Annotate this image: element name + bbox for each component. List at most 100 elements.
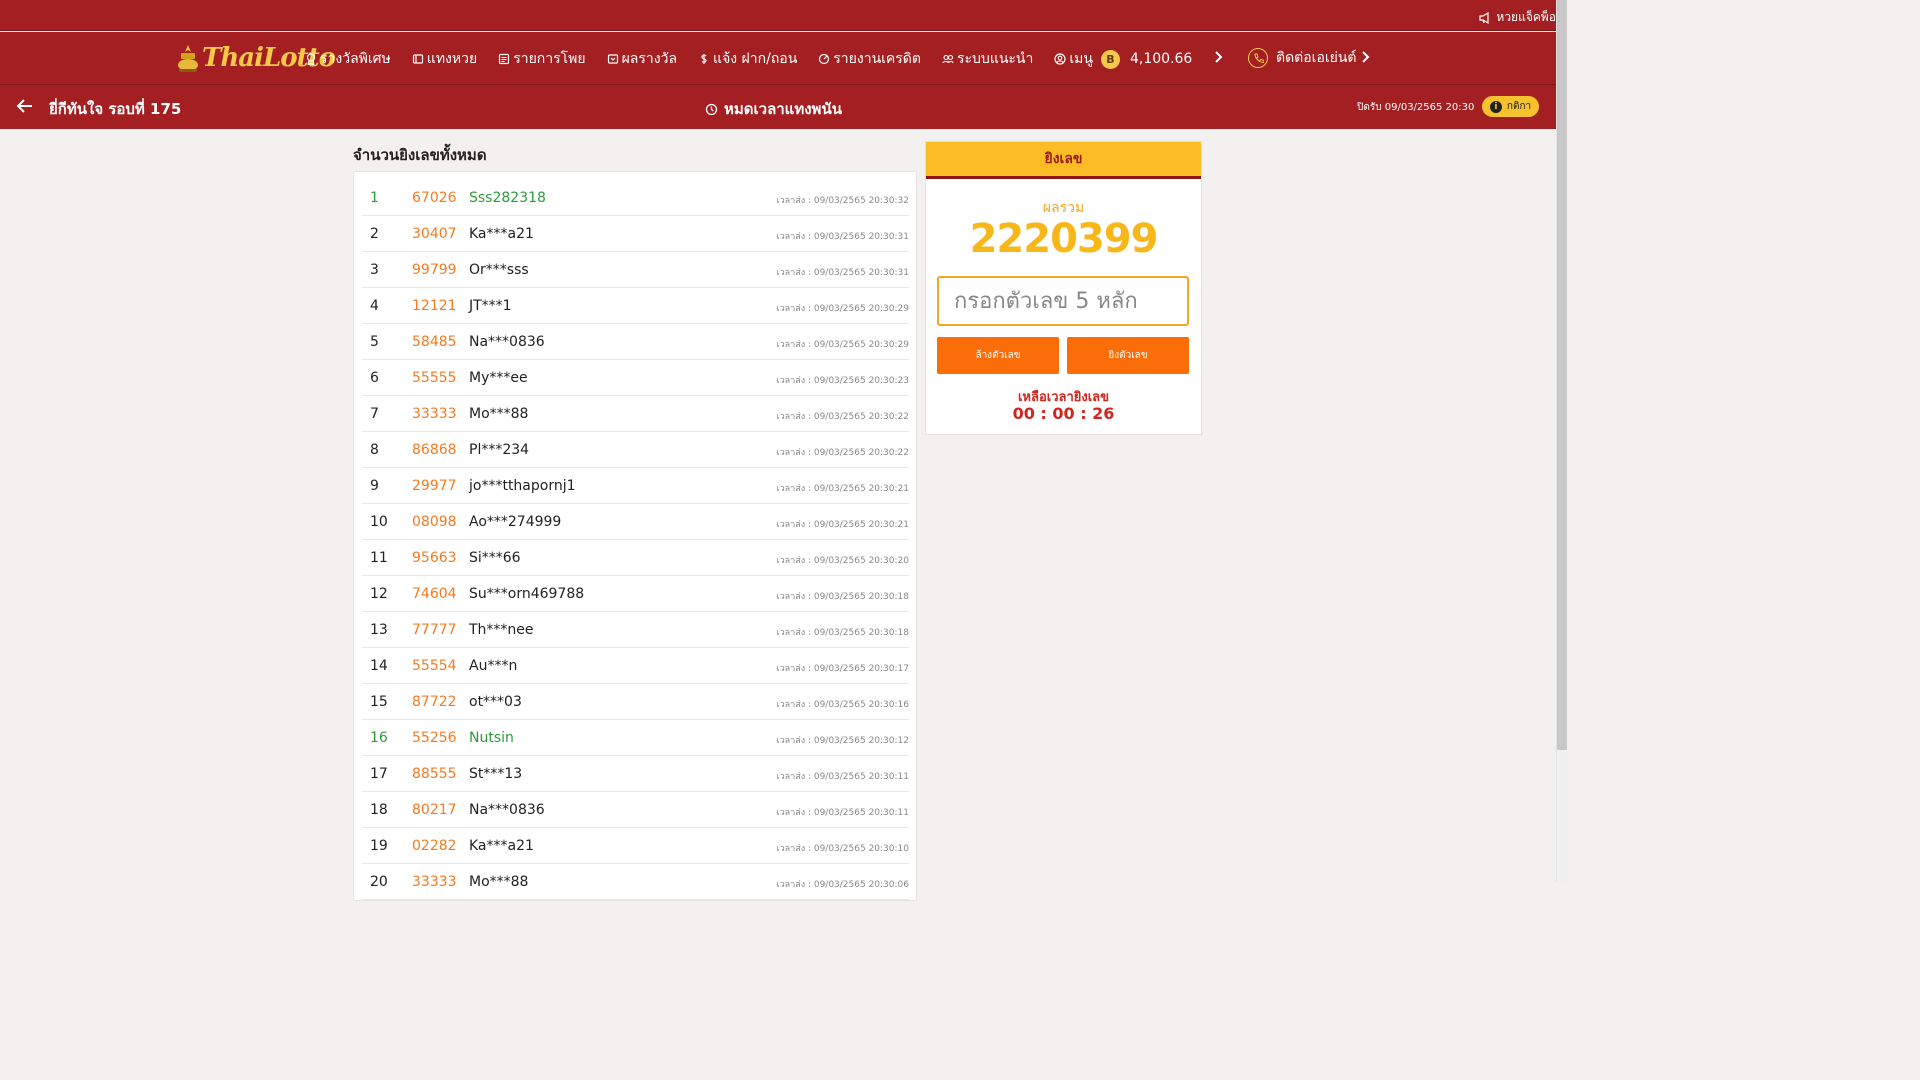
- info-icon: i: [1489, 100, 1502, 113]
- row-time: เวลาส่ง : 09/03/2565 20:30:23: [776, 376, 910, 386]
- row-index: 18: [370, 802, 388, 818]
- row-username: Pl***234: [469, 442, 530, 458]
- row-username: St***13: [469, 766, 523, 782]
- row-index: 7: [370, 406, 379, 422]
- row-username: JT***1: [469, 298, 512, 314]
- row-username: Au***n: [469, 658, 518, 674]
- list-item: 20 33333 Mo***88 เวลาส่ง : 09/03/2565 20:30…: [362, 864, 909, 900]
- rules-button[interactable]: i กติกา: [1482, 96, 1539, 117]
- list-item: 4 12121 JT***1 เวลาส่ง : 09/03/2565 20:30:2…: [362, 288, 909, 324]
- chevron-right-icon[interactable]: [1360, 50, 1372, 64]
- row-index: 4: [370, 298, 379, 314]
- row-username: Th***nee: [469, 622, 534, 638]
- history-icon: [705, 103, 718, 115]
- nav-item-3[interactable]: ผลรางวัล: [607, 48, 677, 70]
- row-username: Mo***88: [469, 874, 529, 890]
- row-username: My***ee: [469, 370, 528, 386]
- back-arrow-icon[interactable]: [16, 97, 34, 115]
- row-number: 29977: [412, 478, 457, 494]
- row-username: Su***orn469788: [469, 586, 585, 602]
- list-item: 1 67026 Sss282318 เวลาส่ง : 09/03/2565 20:3…: [362, 180, 909, 216]
- row-number: 80217: [412, 802, 457, 818]
- row-time: เวลาส่ง : 09/03/2565 20:30:31: [776, 268, 910, 278]
- contact-agent-button[interactable]: ติดต่อเอเย่นต์: [1248, 47, 1357, 69]
- row-username: Nutsin: [469, 730, 514, 746]
- phone-icon: [1248, 48, 1268, 68]
- row-time: เวลาส่ง : 09/03/2565 20:30:12: [776, 736, 910, 746]
- balance-amount: 4,100.66: [1130, 51, 1193, 67]
- row-username: Sss282318: [469, 190, 546, 206]
- page-scrollbar-thumb[interactable]: [1557, 0, 1567, 750]
- nav-item-label: รายการโพย: [513, 50, 586, 67]
- list-item: 16 55256 Nutsin เวลาส่ง : 09/03/2565 20:30:…: [362, 720, 909, 756]
- number-input[interactable]: [937, 276, 1189, 326]
- list-item: 3 99799 Or***sss เวลาส่ง : 09/03/2565 20:30…: [362, 252, 909, 288]
- nav-item-4[interactable]: แจ้ง ฝาก/ถอน: [698, 48, 797, 70]
- row-time: เวลาส่ง : 09/03/2565 20:30:11: [776, 808, 910, 818]
- row-time: เวลาส่ง : 09/03/2565 20:30:10: [776, 844, 910, 854]
- contact-agent-label: ติดต่อเอเย่นต์: [1276, 50, 1357, 66]
- row-time: เวลาส่ง : 09/03/2565 20:30:18: [776, 628, 910, 638]
- row-time: เวลาส่ง : 09/03/2565 20:30:31: [776, 232, 910, 242]
- users-icon: [942, 54, 954, 63]
- row-username: Si***66: [469, 550, 521, 566]
- row-index: 2: [370, 226, 379, 242]
- row-number: 99799: [412, 262, 457, 278]
- row-username: ot***03: [469, 694, 522, 710]
- row-index: 5: [370, 334, 379, 350]
- row-number: 67026: [412, 190, 457, 206]
- list-icon: [499, 53, 510, 64]
- shoot-number-button[interactable]: ยิงตัวเลข: [1067, 337, 1189, 374]
- row-time: เวลาส่ง : 09/03/2565 20:30:22: [776, 448, 910, 458]
- nav-item-0[interactable]: รางวัลพิเศษ: [305, 48, 391, 70]
- row-index: 3: [370, 262, 379, 278]
- nav-item-label: แทงหวย: [426, 50, 478, 67]
- row-number: 33333: [412, 406, 457, 422]
- row-username: Mo***88: [469, 406, 529, 422]
- list-item: 8 86868 Pl***234 เวลาส่ง : 09/03/2565 20:30…: [362, 432, 909, 468]
- row-time: เวลาส่ง : 09/03/2565 20:30:17: [776, 664, 910, 674]
- row-number: 87722: [412, 694, 457, 710]
- row-username: Ka***a21: [469, 838, 534, 854]
- nav-item-5[interactable]: รายงานเครดิต: [818, 48, 921, 70]
- nav-item-label: รางวัลพิเศษ: [320, 50, 391, 67]
- clear-number-button[interactable]: ล้างตัวเลข: [937, 337, 1059, 374]
- close-time: ปิดรับ 09/03/2565 20:30: [1357, 102, 1475, 113]
- row-index: 10: [370, 514, 388, 530]
- list-item: 17 88555 St***13 เวลาส่ง : 09/03/2565 20:30…: [362, 756, 909, 792]
- row-time: เวลาส่ง : 09/03/2565 20:30:21: [776, 484, 910, 494]
- balance-display[interactable]: B 4,100.66: [1101, 48, 1192, 70]
- crest-icon: [178, 45, 198, 72]
- announcement-text: หวยแจ็คพ็อ: [1496, 10, 1556, 24]
- row-username: Or***sss: [469, 262, 529, 278]
- round-header: ยี่กีทันใจ รอบที่ 175 หมดเวลาแทงพนัน ปิด…: [0, 85, 1556, 129]
- coin-icon: B: [1101, 49, 1120, 69]
- row-index: 15: [370, 694, 388, 710]
- nav-item-6[interactable]: ระบบแนะนำ: [942, 48, 1033, 70]
- announcement-marquee: หวยแจ็คพ็อ: [1479, 8, 1556, 27]
- list-item: 13 77777 Th***nee เวลาส่ง : 09/03/2565 20:3…: [362, 612, 909, 648]
- shoot-number-panel: ยิงเลข ผลรวม 2220399 ล้างตัวเลข ยิงตัวเล…: [925, 141, 1202, 435]
- shot-list-title: จำนวนยิงเลขทั้งหมด: [353, 146, 487, 164]
- list-item: 12 74604 Su***orn469788 เวลาส่ง : 09/03/256…: [362, 576, 909, 612]
- nav-item-label: ผลรางวัล: [621, 50, 678, 67]
- list-item: 19 02282 Ka***a21 เวลาส่ง : 09/03/2565 20:3…: [362, 828, 909, 864]
- chevron-right-icon[interactable]: [1213, 50, 1225, 64]
- nav-item-7[interactable]: เมนู: [1054, 48, 1093, 70]
- row-time: เวลาส่ง : 09/03/2565 20:30:18: [776, 592, 910, 602]
- nav-item-1[interactable]: แทงหวย: [412, 48, 477, 70]
- list-item: 5 58485 Na***0836 เวลาส่ง : 09/03/2565 20:3…: [362, 324, 909, 360]
- row-username: Ao***274999: [469, 514, 562, 530]
- row-index: 13: [370, 622, 388, 638]
- shoot-panel-header: ยิงเลข: [926, 142, 1201, 179]
- nav-item-label: แจ้ง ฝาก/ถอน: [713, 50, 798, 67]
- row-number: 08098: [412, 514, 457, 530]
- row-number: 95663: [412, 550, 457, 566]
- row-index: 12: [370, 586, 388, 602]
- betting-status-text: หมดเวลาแทงพนัน: [724, 100, 842, 118]
- row-username: Na***0836: [469, 334, 545, 350]
- row-time: เวลาส่ง : 09/03/2565 20:30:29: [776, 304, 910, 314]
- nav-item-2[interactable]: รายการโพย: [498, 48, 586, 70]
- row-number: 02282: [412, 838, 457, 854]
- row-number: 55554: [412, 658, 457, 674]
